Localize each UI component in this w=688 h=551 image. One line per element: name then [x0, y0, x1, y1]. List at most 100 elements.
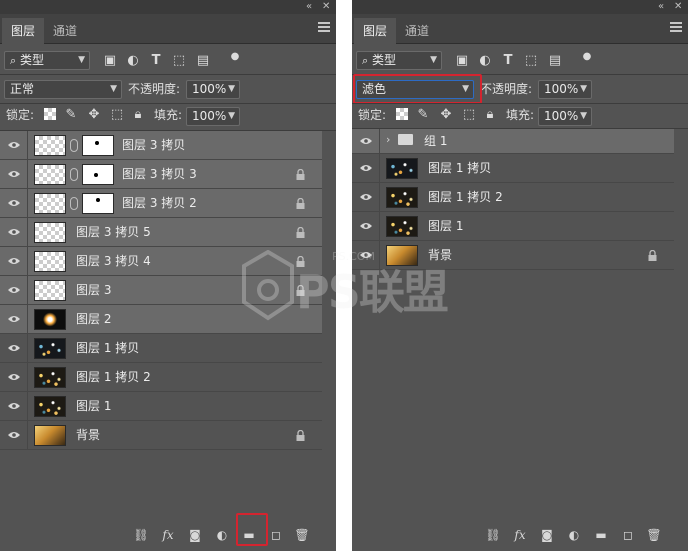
collapse-icon[interactable]: « [306, 1, 312, 13]
lock-brush-icon[interactable]: ✎ [62, 106, 80, 124]
lock-position-icon[interactable]: ✥ [85, 106, 103, 124]
visibility-toggle[interactable] [0, 392, 28, 420]
filter-toggle-icon[interactable]: ● [578, 48, 596, 66]
type-filter-icon[interactable]: T [147, 52, 165, 70]
layer-row[interactable]: 图层 1 拷贝 [352, 154, 674, 183]
collapse-icon[interactable]: « [658, 1, 664, 13]
filter-toggle-icon[interactable]: ● [226, 48, 244, 66]
visibility-toggle[interactable] [352, 212, 380, 240]
visibility-toggle[interactable] [0, 247, 28, 275]
visibility-toggle[interactable] [0, 218, 28, 246]
layer-row[interactable]: 图层 3 拷贝 2 [0, 189, 322, 218]
link-layers-icon[interactable]: ⛓ [133, 527, 149, 543]
lock-transparent-icon[interactable] [44, 108, 56, 120]
layer-thumbnail [34, 367, 66, 388]
tab-layers[interactable]: 图层 [2, 18, 45, 44]
shape-filter-icon[interactable]: ⬚ [170, 52, 188, 70]
visibility-toggle[interactable] [352, 129, 380, 153]
close-icon[interactable]: ✕ [322, 1, 330, 13]
layer-row[interactable]: 图层 1 [0, 392, 322, 421]
layer-row[interactable]: 背景 [0, 421, 322, 450]
visibility-toggle[interactable] [0, 276, 28, 304]
type-filter-icon[interactable]: T [499, 52, 517, 70]
image-filter-icon[interactable]: ▣ [453, 52, 471, 70]
lock-artboard-icon[interactable]: ⬚ [460, 106, 478, 124]
layer-row[interactable]: 背景 [352, 241, 674, 270]
mask-link-icon[interactable] [70, 168, 78, 181]
layer-mask-thumbnail[interactable] [82, 135, 114, 156]
chevron-right-icon[interactable]: › [386, 133, 390, 146]
lock-transparent-icon[interactable] [396, 108, 408, 120]
eye-icon [8, 403, 20, 409]
eye-icon [8, 432, 20, 438]
adjustment-layer-icon[interactable]: ◐ [566, 527, 582, 543]
eye-icon [8, 258, 20, 264]
layer-row[interactable]: 图层 2 [0, 305, 322, 334]
lock-brush-icon[interactable]: ✎ [414, 106, 432, 124]
adjustment-layer-icon[interactable]: ◐ [214, 527, 230, 543]
shape-filter-icon[interactable]: ⬚ [522, 52, 540, 70]
layer-row[interactable]: 图层 1 拷贝 [0, 334, 322, 363]
new-layer-icon[interactable]: ◻ [620, 527, 636, 543]
opacity-input[interactable]: 100% ▼ [186, 80, 240, 99]
filter-kind-select[interactable]: ⌕ 类型 ▼ [4, 51, 90, 70]
add-mask-icon[interactable]: ◙ [539, 527, 555, 543]
mask-link-icon[interactable] [70, 139, 78, 152]
close-icon[interactable]: ✕ [674, 1, 682, 13]
opacity-input[interactable]: 100% ▼ [538, 80, 592, 99]
lock-position-icon[interactable]: ✥ [437, 106, 455, 124]
layer-row[interactable]: 图层 1 拷贝 2 [0, 363, 322, 392]
layer-thumbnail [34, 222, 66, 243]
visibility-toggle[interactable] [0, 160, 28, 188]
visibility-toggle[interactable] [352, 154, 380, 182]
delete-layer-icon[interactable]: 🗑︎ [294, 527, 310, 543]
mask-link-icon[interactable] [70, 197, 78, 210]
tab-channels[interactable]: 通道 [396, 18, 438, 44]
image-filter-icon[interactable]: ▣ [101, 52, 119, 70]
layer-row[interactable]: 图层 3 拷贝 4 [0, 247, 322, 276]
layer-row[interactable]: 图层 1 拷贝 2 [352, 183, 674, 212]
panel-menu-icon[interactable] [318, 22, 330, 34]
fill-label: 填充: [506, 108, 535, 122]
layer-row[interactable]: 图层 3 拷贝 5 [0, 218, 322, 247]
add-mask-icon[interactable]: ◙ [187, 527, 203, 543]
panel-menu-icon[interactable] [670, 22, 682, 34]
smart-object-filter-icon[interactable]: ▤ [546, 52, 564, 70]
layer-thumbnail [34, 425, 66, 446]
link-layers-icon[interactable]: ⛓ [485, 527, 501, 543]
layer-row[interactable]: 图层 1 [352, 212, 674, 241]
layer-mask-thumbnail[interactable] [82, 193, 114, 214]
filter-kind-select[interactable]: ⌕ 类型 ▼ [356, 51, 442, 70]
layer-row[interactable]: 图层 3 拷贝 3 [0, 160, 322, 189]
lock-all-icon[interactable]: 🔒︎ [481, 106, 499, 124]
visibility-toggle[interactable] [352, 241, 380, 269]
adjustment-filter-icon[interactable]: ◐ [124, 52, 142, 70]
fx-icon[interactable]: fx [512, 527, 528, 543]
lock-all-icon[interactable]: 🔒︎ [129, 106, 147, 124]
delete-layer-icon[interactable]: 🗑︎ [646, 527, 662, 543]
visibility-toggle[interactable] [0, 334, 28, 362]
visibility-toggle[interactable] [0, 131, 28, 159]
lock-artboard-icon[interactable]: ⬚ [108, 106, 126, 124]
visibility-toggle[interactable] [352, 183, 380, 211]
visibility-toggle[interactable] [0, 189, 28, 217]
visibility-toggle[interactable] [0, 363, 28, 391]
layer-row[interactable]: 图层 3 [0, 276, 322, 305]
visibility-toggle[interactable] [0, 421, 28, 449]
fx-icon[interactable]: fx [160, 527, 176, 543]
layer-group-row[interactable]: › 组 1 [352, 129, 674, 154]
blend-mode-select[interactable]: 正常 ▼ [4, 80, 122, 99]
layer-row[interactable]: 图层 3 拷贝 [0, 131, 322, 160]
tab-layers[interactable]: 图层 [354, 18, 397, 44]
fill-input[interactable]: 100% ▼ [186, 107, 240, 126]
smart-object-filter-icon[interactable]: ▤ [194, 52, 212, 70]
panel-bottom-bar: ⛓ fx ◙ ◐ ▬ ◻ 🗑︎ [0, 517, 336, 551]
adjustment-filter-icon[interactable]: ◐ [476, 52, 494, 70]
visibility-toggle[interactable] [0, 305, 28, 333]
new-layer-icon[interactable]: ◻ [268, 527, 284, 543]
new-group-icon[interactable]: ▬ [593, 527, 609, 543]
fill-input[interactable]: 100% ▼ [538, 107, 592, 126]
layer-mask-thumbnail[interactable] [82, 164, 114, 185]
lock-icon [648, 250, 657, 261]
tab-channels[interactable]: 通道 [44, 18, 86, 44]
